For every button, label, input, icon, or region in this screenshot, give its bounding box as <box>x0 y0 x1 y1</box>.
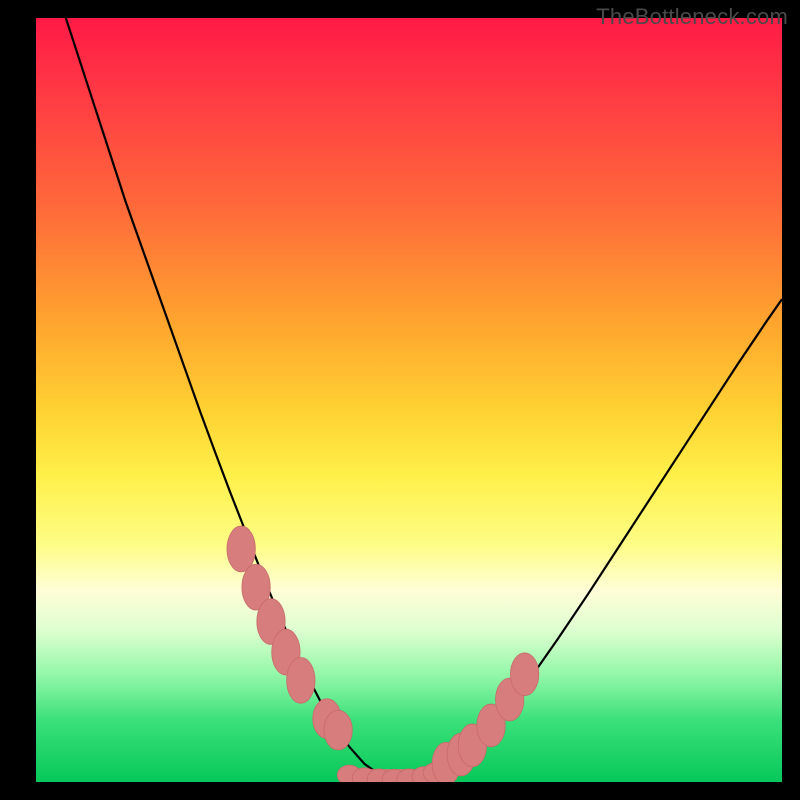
marker-point <box>324 710 352 750</box>
marker-point <box>287 657 315 703</box>
right-markers <box>432 653 539 782</box>
chart-svg <box>36 18 782 782</box>
plot-area <box>36 18 782 782</box>
marker-point <box>227 526 255 572</box>
left-markers <box>227 526 352 750</box>
chart-frame: TheBottleneck.com <box>0 0 800 800</box>
watermark-text: TheBottleneck.com <box>596 4 788 30</box>
marker-point <box>510 653 538 696</box>
bottom-markers <box>337 763 447 782</box>
bottleneck-curve <box>66 18 782 779</box>
